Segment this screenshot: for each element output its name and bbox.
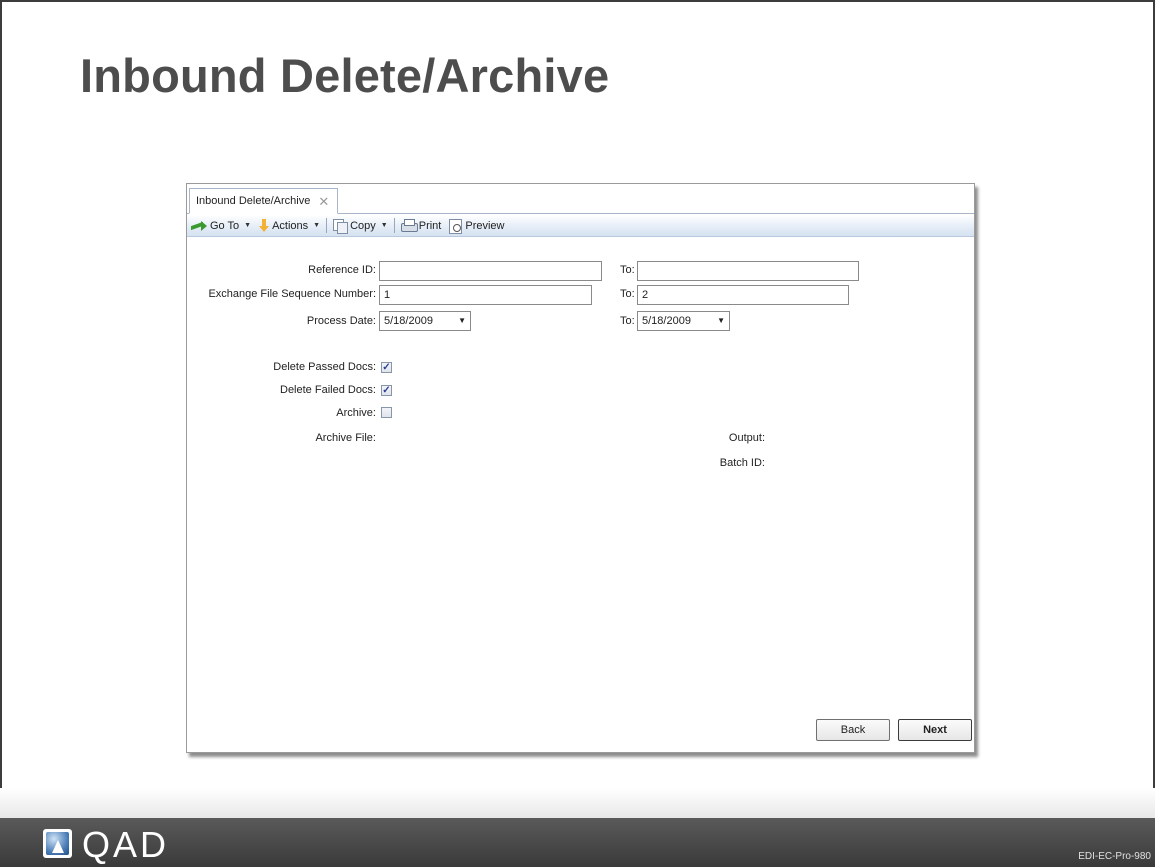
exchange-seq-to-label: To: <box>620 288 635 300</box>
toolbar-separator <box>393 218 395 233</box>
preview-button[interactable]: Preview <box>445 215 508 237</box>
exchange-seq-label: Exchange File Sequence Number: <box>208 288 376 300</box>
next-button[interactable]: Next <box>898 719 972 741</box>
exchange-seq-to-input[interactable] <box>637 285 849 305</box>
qad-logo-text: QAD <box>82 824 170 865</box>
dropdown-caret-icon: ▼ <box>313 222 321 229</box>
output-label: Output: <box>728 432 765 444</box>
process-date-to-label: To: <box>620 315 635 327</box>
dropdown-caret-icon: ▼ <box>244 222 252 229</box>
app-window: Inbound Delete/Archive ✕ Go To ▼ Actions… <box>186 183 975 753</box>
goto-menu-button[interactable]: Go To ▼ <box>187 215 255 237</box>
chevron-down-icon[interactable]: ▼ <box>458 316 466 325</box>
goto-arrow-icon <box>191 220 207 231</box>
goto-label: Go To <box>210 219 240 232</box>
process-date-value: 5/18/2009 <box>384 315 433 327</box>
tab-strip: Inbound Delete/Archive ✕ <box>187 184 974 214</box>
process-date-to-picker[interactable]: 5/18/2009 ▼ <box>637 311 730 331</box>
copy-icon <box>333 219 349 234</box>
actions-menu-button[interactable]: Actions ▼ <box>255 215 324 237</box>
copy-menu-button[interactable]: Copy ▼ <box>329 215 392 237</box>
process-date-to-value: 5/18/2009 <box>642 315 691 327</box>
delete-failed-label: Delete Failed Docs: <box>280 384 376 396</box>
archive-label: Archive: <box>336 407 376 419</box>
reference-id-to-input[interactable] <box>637 261 859 281</box>
print-label: Print <box>418 219 442 232</box>
actions-arrow-icon <box>259 218 270 233</box>
qad-logo-icon <box>43 829 72 858</box>
copy-label: Copy <box>350 219 376 232</box>
reference-id-to-label: To: <box>620 264 635 276</box>
slide-code: EDI-EC-Pro-980 <box>1078 851 1151 862</box>
dropdown-caret-icon: ▼ <box>380 222 388 229</box>
actions-label: Actions <box>272 219 309 232</box>
printer-icon <box>400 219 418 232</box>
exchange-seq-input[interactable] <box>379 285 592 305</box>
footer-fade <box>0 788 1155 818</box>
delete-passed-checkbox[interactable]: ✓ <box>381 362 392 373</box>
print-button[interactable]: Print <box>397 215 446 237</box>
reference-id-label: Reference ID: <box>308 264 376 276</box>
slide-title: Inbound Delete/Archive <box>80 49 610 102</box>
tab-inbound-delete-archive[interactable]: Inbound Delete/Archive ✕ <box>189 188 339 214</box>
chevron-down-icon[interactable]: ▼ <box>717 316 725 325</box>
delete-failed-checkbox[interactable]: ✓ <box>381 385 392 396</box>
back-button[interactable]: Back <box>816 719 890 741</box>
tab-label: Inbound Delete/Archive <box>196 195 311 207</box>
reference-id-input[interactable] <box>379 261 602 281</box>
preview-label: Preview <box>465 219 505 232</box>
toolbar-separator <box>326 218 328 233</box>
delete-passed-label: Delete Passed Docs: <box>273 361 376 373</box>
preview-icon <box>449 218 463 234</box>
process-date-picker[interactable]: 5/18/2009 ▼ <box>379 311 471 331</box>
archive-checkbox[interactable] <box>381 407 392 418</box>
toolbar: Go To ▼ Actions ▼ Copy ▼ Print Preview <box>187 215 974 237</box>
batch-id-label: Batch ID: <box>719 457 765 469</box>
archive-file-label: Archive File: <box>315 432 376 444</box>
process-date-label: Process Date: <box>306 315 376 327</box>
close-icon[interactable]: ✕ <box>318 195 329 208</box>
footer-bar <box>0 818 1155 867</box>
